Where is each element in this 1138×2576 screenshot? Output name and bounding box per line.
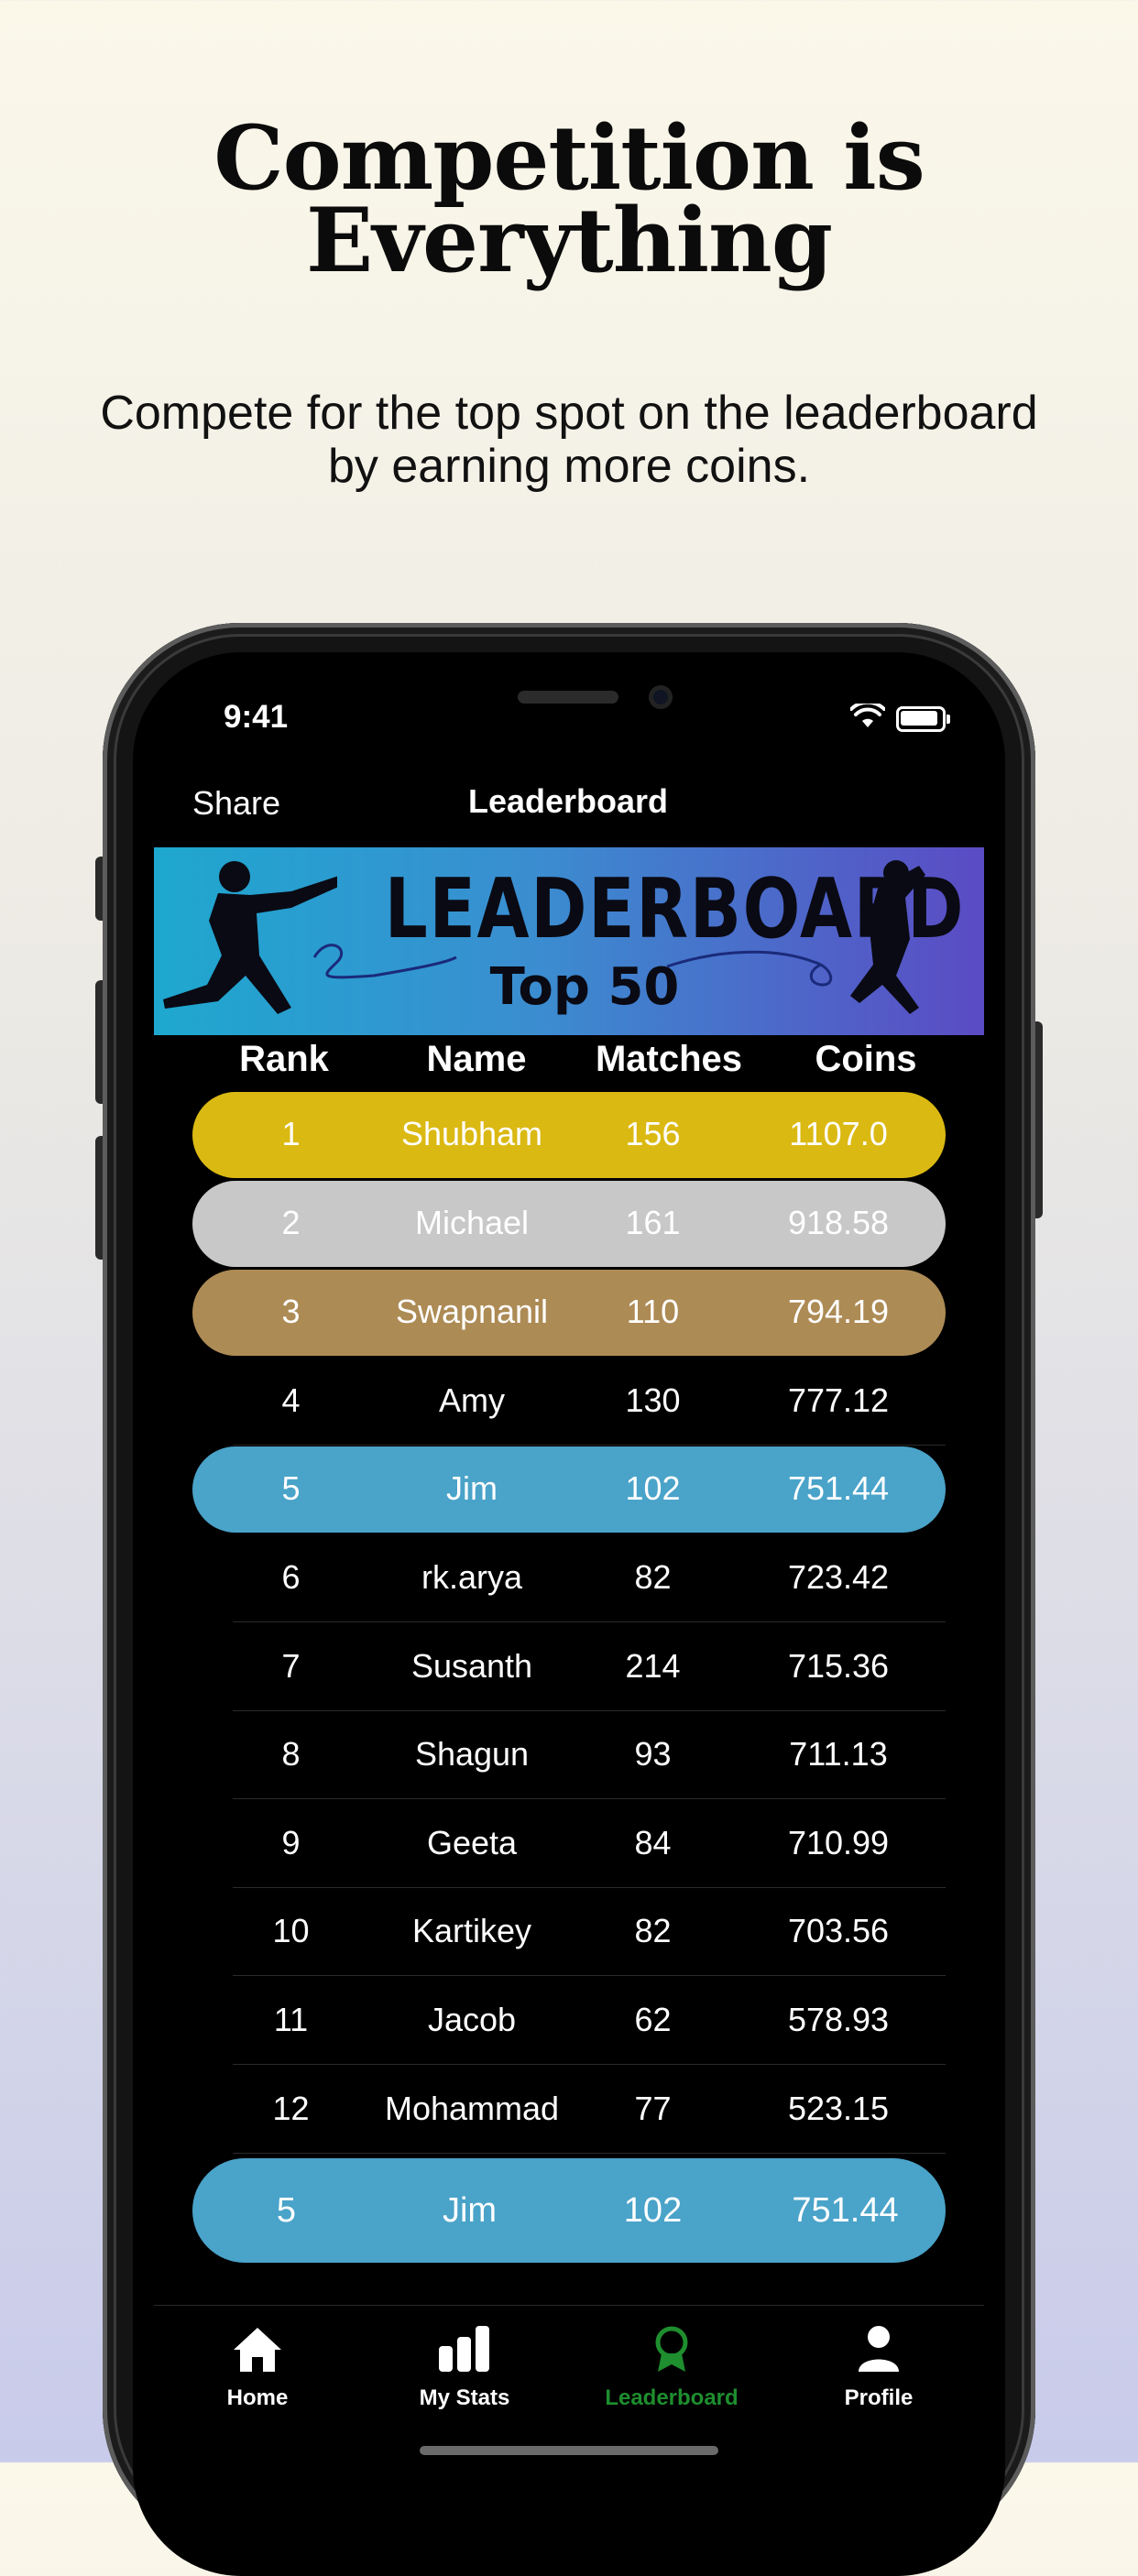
header-rank: Rank [239,1039,329,1079]
header-coins: Coins [815,1039,917,1079]
tab-leaderboard-label: Leaderboard [605,2385,739,2410]
row-name: Jacob [427,2001,517,2038]
row-matches: 62 [634,2001,672,2038]
row-rank: 4 [281,1381,301,1419]
row-rank: 8 [281,1735,301,1773]
award-ribbon-icon [655,2326,688,2372]
table-row[interactable]: 11 Jacob 62 578.93 [192,1978,946,2065]
row-coins: 723.42 [787,1558,890,1596]
table-row[interactable]: 8 Shagun 93 711.13 [192,1712,946,1799]
table-row[interactable]: 12 Mohammad 77 523.15 [192,2067,946,2154]
promo-headline-line1: Competition is [213,106,925,210]
row-matches: 110 [626,1293,680,1330]
row-matches: 82 [634,1558,672,1596]
table-row[interactable]: 7 Susanth 214 715.36 [192,1624,946,1711]
tab-profile-label: Profile [844,2385,914,2410]
row-rank: 6 [281,1558,301,1596]
row-rank: 3 [281,1293,301,1330]
header-name: Name [426,1039,527,1079]
row-coins: 1107.0 [789,1115,888,1152]
row-matches: 214 [625,1647,681,1685]
row-name: Shagun [414,1735,530,1773]
tab-bar: Home My Stats Leaderboard Profile [154,2305,984,2452]
current-user-row[interactable]: 5 Jim 102 751.44 [192,2158,946,2263]
promo-subline-line1: Compete for the top spot on the leaderbo… [100,387,1038,440]
current-user-rank: 5 [276,2191,297,2230]
row-name: Shubham [400,1115,543,1152]
row-matches: 93 [634,1735,672,1773]
tab-leaderboard[interactable]: Leaderboard [568,2324,775,2411]
row-name: Amy [439,1381,505,1419]
table-row[interactable]: 10 Kartikey 82 703.56 [192,1889,946,1976]
promo-headline: Competition is Everything [0,106,1138,292]
battery-icon [896,706,950,732]
fielder-silhouette-icon [850,860,925,1014]
row-coins: 751.44 [787,1469,890,1507]
row-name: Michael [414,1204,530,1241]
promo-headline-line2: Everything [306,189,833,292]
row-coins: 711.13 [789,1735,888,1773]
row-rank: 5 [281,1469,301,1507]
house-icon [234,2328,281,2372]
front-camera [649,685,673,709]
status-time: 9:41 [224,699,289,735]
table-header: Rank Name Matches Coins [0,1039,1138,1085]
row-rank: 9 [281,1824,301,1861]
row-rank: 11 [273,2001,309,2038]
promo-subline: Compete for the top spot on the leaderbo… [55,387,1083,493]
table-row[interactable]: 1 Shubham 156 1107.0 [192,1092,946,1178]
table-row[interactable]: 6 rk.arya 82 723.42 [192,1535,946,1622]
tab-home[interactable]: Home [154,2324,361,2411]
row-rank: 10 [272,1912,310,1949]
nav-title: Leaderboard [467,782,669,820]
row-matches: 77 [634,2090,672,2127]
table-row[interactable]: 9 Geeta 84 710.99 [192,1801,946,1888]
row-matches: 84 [634,1824,672,1861]
row-name: Kartikey [411,1912,532,1949]
row-coins: 715.36 [787,1647,890,1685]
leaderboard-banner: LEADERBOARD Top 50 [154,847,984,1035]
row-matches: 82 [634,1912,672,1949]
row-name: Jim [446,1469,498,1507]
row-matches: 130 [625,1381,681,1419]
table-row[interactable]: 3 Swapnanil 110 794.19 [192,1270,946,1356]
row-coins: 918.58 [787,1204,890,1241]
row-coins: 777.12 [787,1381,890,1419]
person-icon [859,2326,899,2372]
home-indicator[interactable] [420,2446,718,2455]
row-rank: 2 [281,1204,301,1241]
speaker-grille [518,691,618,704]
promo-subline-line2: by earning more coins. [327,440,811,493]
row-coins: 794.19 [787,1293,890,1330]
row-matches: 102 [625,1469,681,1507]
table-row[interactable]: 5 Jim 102 751.44 [192,1446,946,1533]
tab-my-stats[interactable]: My Stats [361,2324,568,2411]
row-name: Susanth [410,1647,533,1685]
row-coins: 710.99 [787,1824,890,1861]
row-rank: 1 [281,1115,301,1152]
tab-home-label: Home [226,2385,289,2410]
row-name: Geeta [426,1824,518,1861]
table-row[interactable]: 4 Amy 130 777.12 [192,1359,946,1446]
share-button[interactable]: Share [192,784,280,823]
bar-chart-icon [439,2326,489,2372]
wifi-icon [850,704,885,727]
row-name: rk.arya [421,1558,523,1596]
row-rank: 7 [281,1647,301,1685]
current-user-name: Jim [442,2191,498,2230]
row-coins: 703.56 [787,1912,890,1949]
table-row[interactable]: 2 Michael 161 918.58 [192,1181,946,1267]
row-name: Swapnanil [395,1293,549,1330]
row-name: Mohammad [385,2090,560,2127]
header-matches: Matches [595,1039,743,1079]
row-coins: 578.93 [787,2001,890,2038]
row-coins: 523.15 [787,2090,890,2127]
row-matches: 156 [625,1115,681,1152]
current-user-coins: 751.44 [792,2191,899,2230]
current-user-matches: 102 [623,2191,683,2230]
tab-profile[interactable]: Profile [775,2324,982,2411]
row-matches: 161 [625,1204,681,1241]
tab-my-stats-label: My Stats [419,2385,510,2410]
row-rank: 12 [272,2090,310,2127]
